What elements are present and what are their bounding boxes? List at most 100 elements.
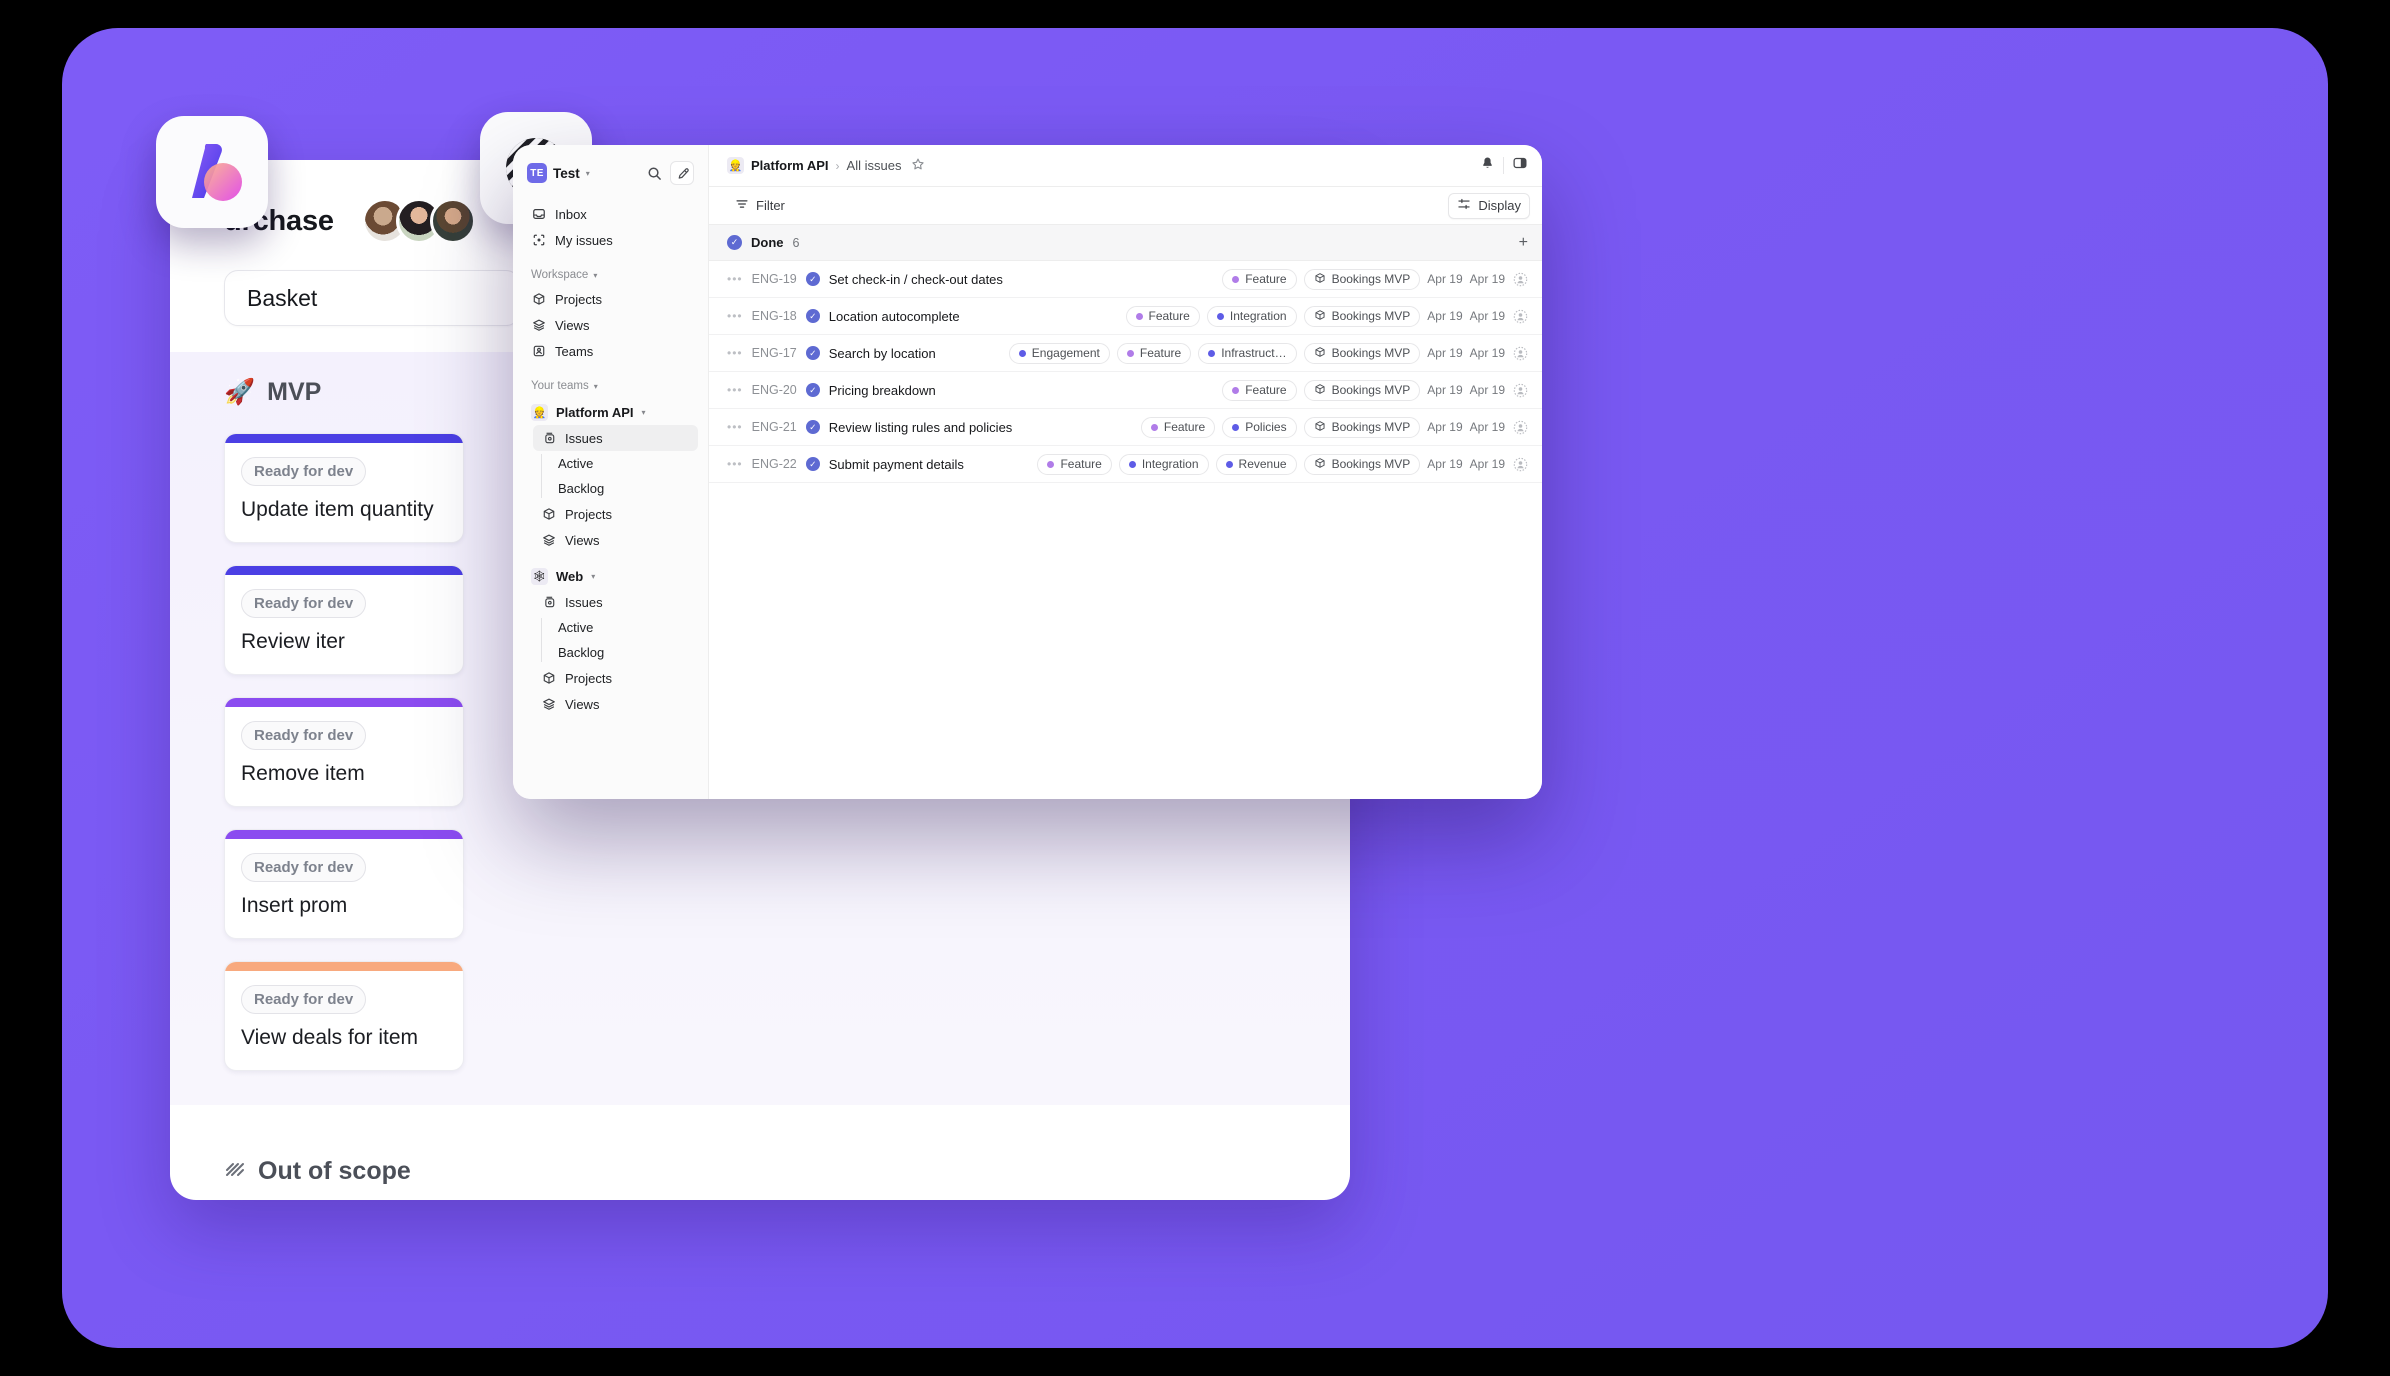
kanban-card[interactable]: Ready for dev Review iter — [224, 565, 464, 675]
assignee-avatar[interactable] — [1512, 345, 1528, 361]
sidebar-item-label: Projects — [555, 291, 602, 307]
breadcrumb-view[interactable]: All issues — [847, 158, 902, 173]
kanban-card[interactable]: Ready for dev Remove item — [224, 697, 464, 807]
row-drag-handle-icon[interactable]: ••• — [727, 272, 743, 286]
sidebar-group-your-teams[interactable]: Your teams ▾ — [523, 380, 698, 392]
label-color-dot — [1216, 312, 1224, 320]
bell-icon[interactable] — [1480, 156, 1495, 176]
issue-project[interactable]: Bookings MVP — [1303, 342, 1421, 364]
done-status-icon[interactable]: ✓ — [805, 272, 820, 286]
project-name: Bookings MVP — [1331, 457, 1411, 471]
sidebar-subitem-backlog[interactable]: Backlog — [552, 640, 698, 665]
sidebar-item-web-projects[interactable]: Projects — [533, 665, 698, 691]
done-status-icon[interactable]: ✓ — [805, 457, 820, 471]
issue-project[interactable]: Bookings MVP — [1303, 305, 1421, 327]
sidebar-panel-icon[interactable] — [1512, 155, 1528, 176]
workspace-switcher[interactable]: TE Test ▾ — [523, 157, 698, 189]
table-row[interactable]: ••• ENG-21 ✓ Review listing rules and po… — [709, 409, 1542, 446]
issue-label[interactable]: Integration — [1118, 453, 1209, 475]
linear-topbar: 👷 Platform API › All issues — [709, 145, 1542, 187]
row-drag-handle-icon[interactable]: ••• — [727, 346, 743, 360]
sidebar-item-label: Teams — [555, 343, 594, 359]
sidebar-team-platform-api[interactable]: 👷 Platform API ▾ — [523, 399, 698, 425]
assignee-avatar[interactable] — [1512, 419, 1528, 435]
issue-project[interactable]: Bookings MVP — [1303, 268, 1421, 290]
filter-button[interactable]: Filter — [727, 193, 793, 219]
sidebar-team-web[interactable]: 🕸 Web ▾ — [523, 563, 698, 589]
issue-project[interactable]: Bookings MVP — [1303, 416, 1421, 438]
sidebar-subitem-backlog[interactable]: Backlog — [552, 476, 698, 501]
issue-date-created: Apr 19 — [1427, 457, 1463, 471]
table-row[interactable]: ••• ENG-17 ✓ Search by location Engageme… — [709, 335, 1542, 372]
kanban-card[interactable]: Ready for dev Update item quantity — [224, 433, 464, 543]
row-drag-handle-icon[interactable]: ••• — [727, 309, 743, 323]
sidebar-item-views[interactable]: Views — [523, 312, 698, 338]
assignee-avatar[interactable] — [1512, 456, 1528, 472]
issue-title: Pricing breakdown — [828, 382, 936, 398]
add-issue-button[interactable]: + — [1519, 234, 1528, 251]
issue-label[interactable]: Engagement — [1008, 342, 1110, 364]
card-accent-bar — [225, 434, 463, 443]
sidebar-subitem-active[interactable]: Active — [552, 451, 698, 476]
sidebar-item-platform-api-views[interactable]: Views — [533, 527, 698, 553]
assignee-avatar[interactable] — [1512, 271, 1528, 287]
sidebar-item-inbox[interactable]: Inbox — [523, 201, 698, 227]
sidebar-item-projects[interactable]: Projects — [523, 286, 698, 312]
kanban-section-out-of-scope: Out of scope Not ready Save for later Re… — [170, 1131, 1350, 1200]
issue-label[interactable]: Infrastruct… — [1198, 342, 1297, 364]
star-icon[interactable] — [911, 157, 925, 174]
table-row[interactable]: ••• ENG-18 ✓ Location autocomplete Featu… — [709, 298, 1542, 335]
search-icon[interactable] — [642, 161, 666, 185]
sidebar-item-teams[interactable]: Teams — [523, 338, 698, 364]
done-status-icon[interactable]: ✓ — [805, 309, 820, 323]
table-row[interactable]: ••• ENG-19 ✓ Set check-in / check-out da… — [709, 261, 1542, 298]
issue-label[interactable]: Feature — [1140, 416, 1216, 438]
chevron-down-icon: ▾ — [593, 270, 598, 280]
issue-project[interactable]: Bookings MVP — [1303, 453, 1421, 475]
issue-label[interactable]: Feature — [1125, 305, 1200, 327]
issue-label[interactable]: Revenue — [1215, 453, 1297, 475]
row-drag-handle-icon[interactable]: ••• — [727, 457, 743, 471]
compose-icon[interactable] — [670, 161, 694, 185]
card-title: Remove item — [241, 762, 365, 785]
issue-label[interactable]: Feature — [1116, 342, 1192, 364]
teams-icon — [531, 344, 546, 359]
tab-basket[interactable]: Basket — [224, 270, 520, 326]
kanban-card[interactable]: Ready for dev Insert prom — [224, 829, 464, 939]
issue-label[interactable]: Feature — [1222, 268, 1297, 290]
issue-label[interactable]: Integration — [1206, 305, 1297, 327]
kanban-card[interactable]: Ready for dev View deals for item — [224, 961, 464, 1071]
issue-label[interactable]: Feature — [1222, 379, 1297, 401]
sidebar-item-platform-api-issues[interactable]: Issues — [533, 425, 698, 451]
done-status-icon[interactable]: ✓ — [805, 420, 820, 434]
breadcrumb: 👷 Platform API › All issues — [727, 157, 925, 174]
issue-group-header-done[interactable]: ✓ Done 6 + — [709, 225, 1542, 261]
table-row[interactable]: ••• ENG-22 ✓ Submit payment details Feat… — [709, 446, 1542, 483]
row-drag-handle-icon[interactable]: ••• — [727, 420, 743, 434]
avatar[interactable] — [429, 198, 476, 244]
table-row[interactable]: ••• ENG-20 ✓ Pricing breakdown Feature B… — [709, 372, 1542, 409]
done-status-icon[interactable]: ✓ — [805, 383, 820, 397]
issue-id: ENG-21 — [751, 420, 797, 434]
display-button[interactable]: Display — [1448, 192, 1530, 219]
issue-label[interactable]: Feature — [1037, 453, 1112, 475]
issue-label[interactable]: Policies — [1222, 416, 1297, 438]
label-name: Feature — [1245, 383, 1287, 397]
card-status-badge: Ready for dev — [241, 457, 367, 486]
assignee-avatar[interactable] — [1512, 308, 1528, 324]
row-drag-handle-icon[interactable]: ••• — [727, 383, 743, 397]
sidebar-subitem-active[interactable]: Active — [552, 615, 698, 640]
sidebar-item-my-issues[interactable]: My issues — [523, 227, 698, 253]
brand-app-icon[interactable] — [156, 116, 268, 228]
issue-project[interactable]: Bookings MVP — [1303, 379, 1421, 401]
assignee-avatar[interactable] — [1512, 382, 1528, 398]
sidebar-group-workspace[interactable]: Workspace ▾ — [523, 269, 698, 281]
projects-icon — [541, 671, 556, 686]
label-color-dot — [1126, 349, 1134, 357]
sidebar-item-platform-api-projects[interactable]: Projects — [533, 501, 698, 527]
sidebar-item-web-views[interactable]: Views — [533, 691, 698, 717]
sidebar-item-web-issues[interactable]: Issues — [533, 589, 698, 615]
breadcrumb-team[interactable]: Platform API — [751, 158, 829, 173]
done-status-icon[interactable]: ✓ — [805, 346, 820, 360]
linear-app-window: TE Test ▾ Inbox My issues Workspace ▾ Pr… — [513, 145, 1542, 799]
